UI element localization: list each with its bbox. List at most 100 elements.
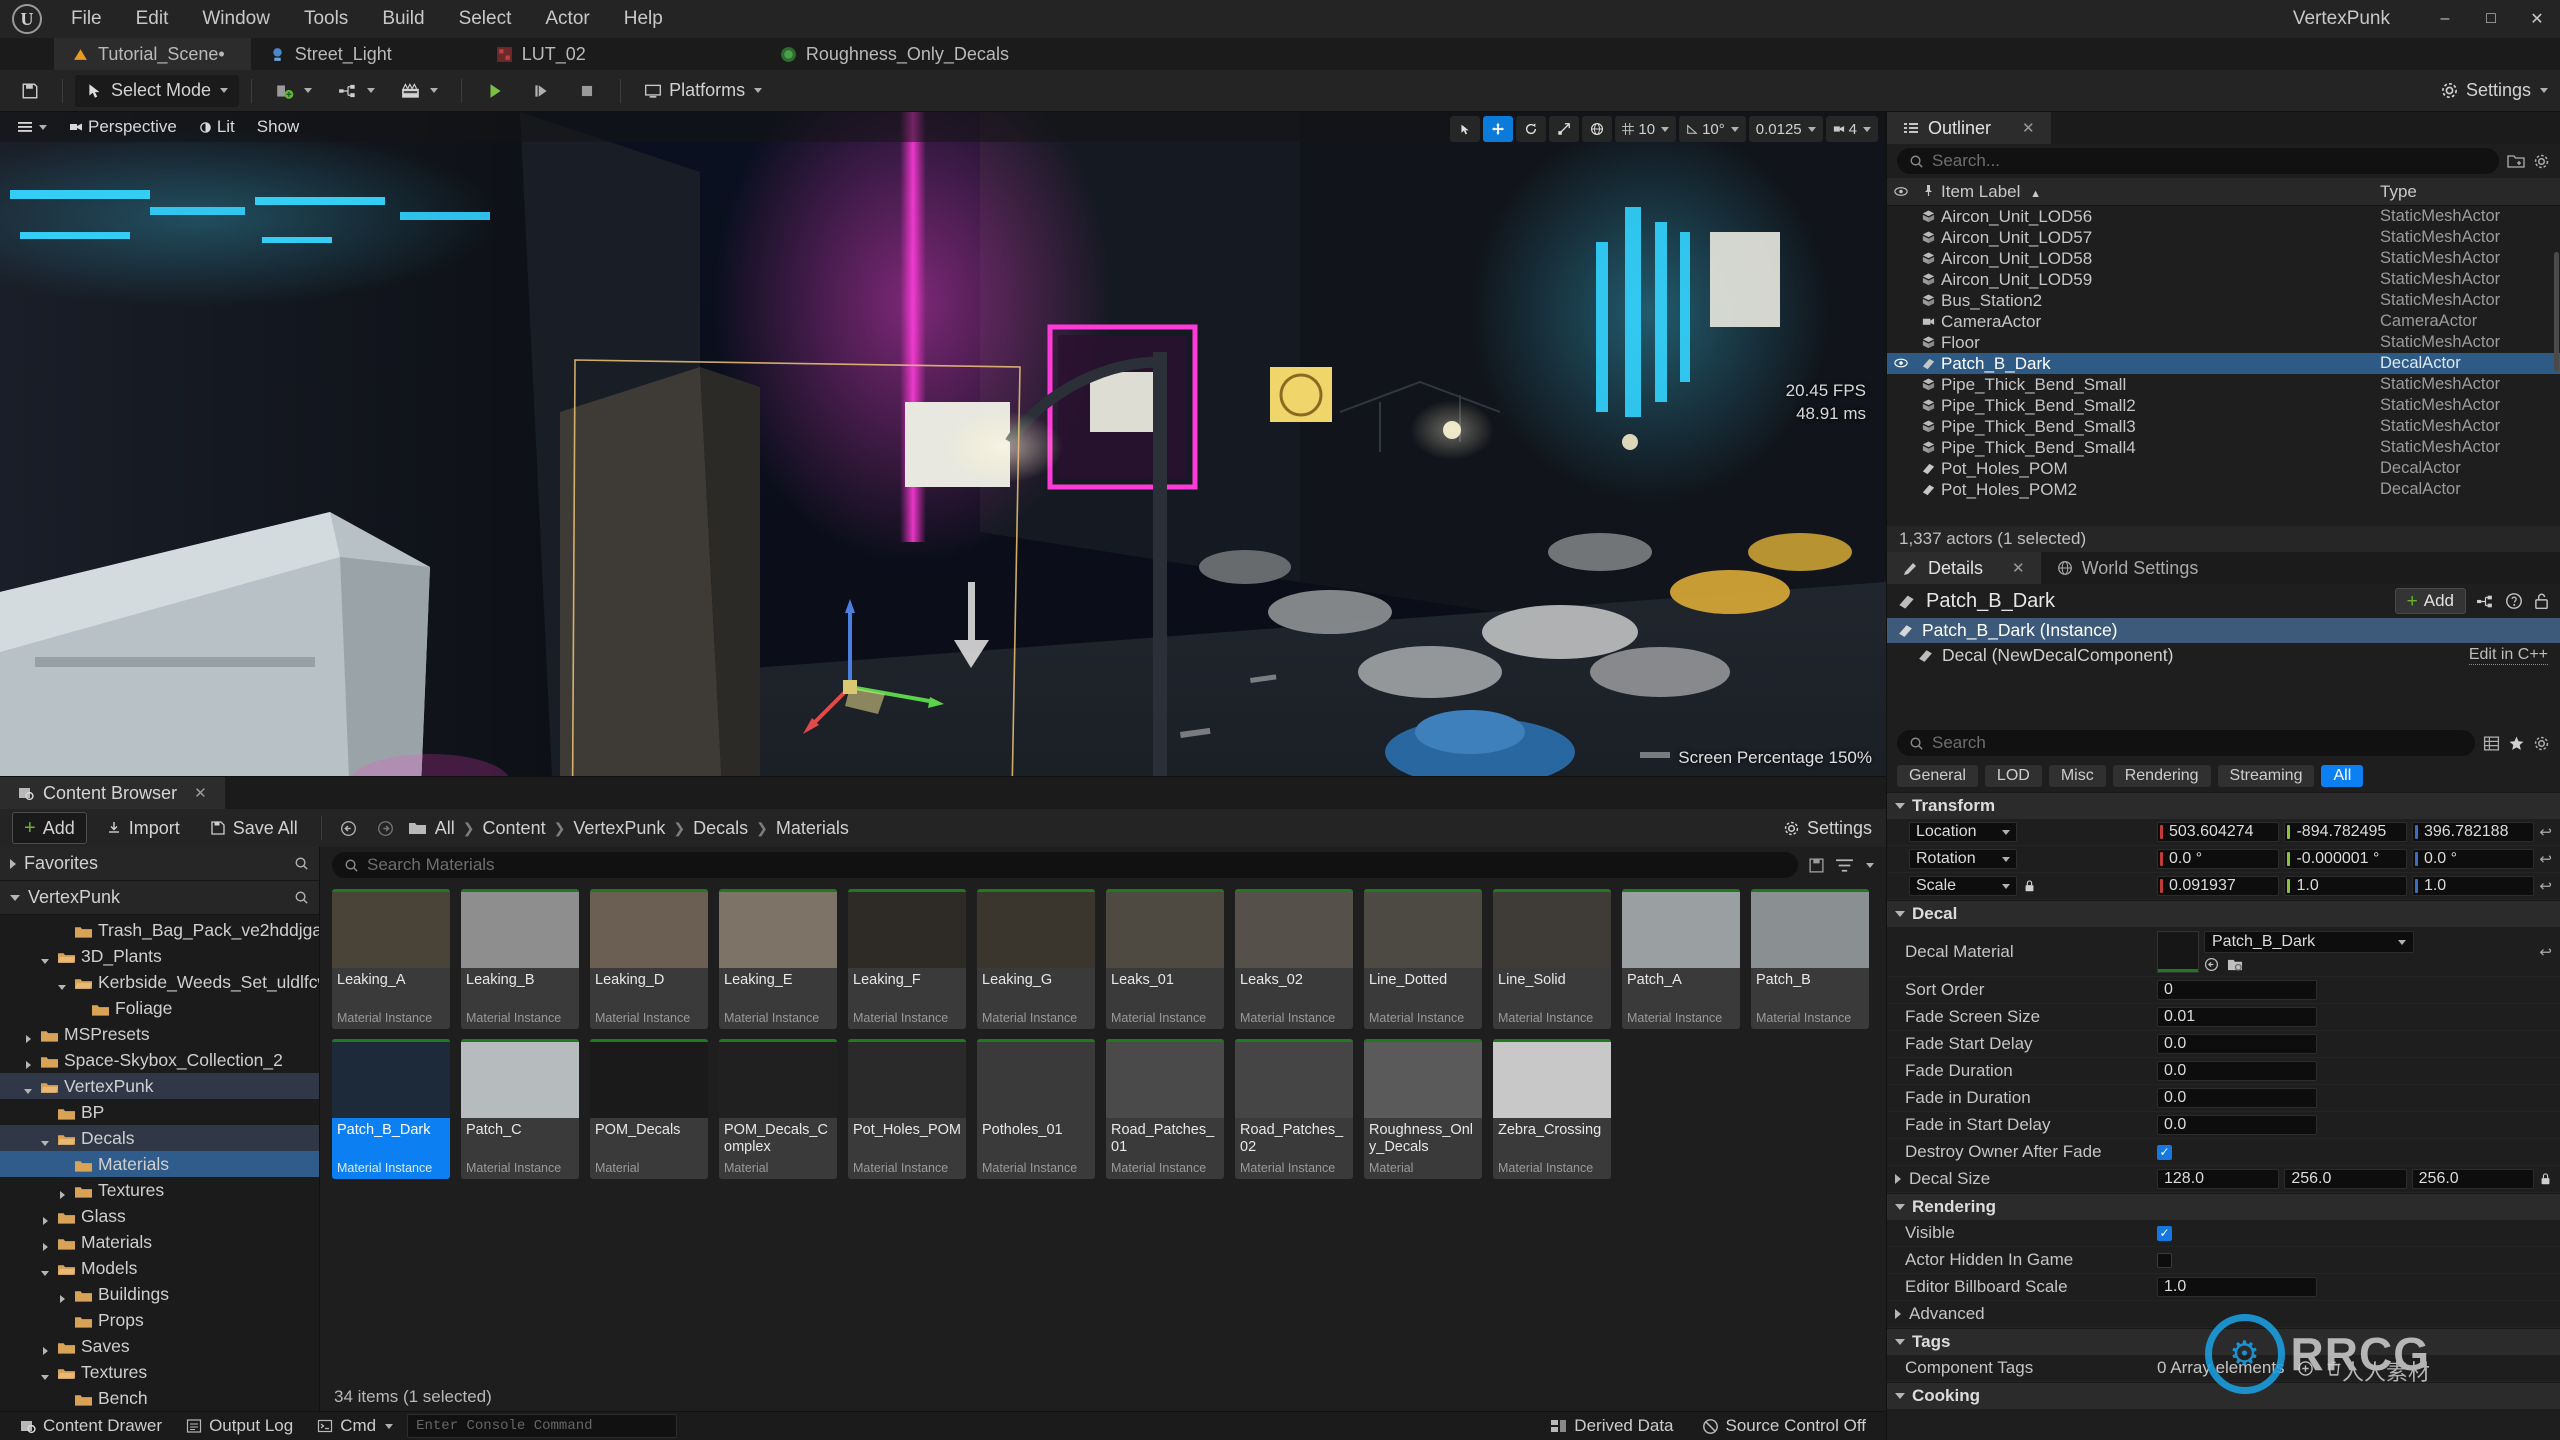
- output-log-button[interactable]: Output Log: [176, 1413, 303, 1439]
- find-in-content-browser-icon[interactable]: [2227, 957, 2243, 972]
- reset-decal-material-icon[interactable]: ↩: [2539, 943, 2552, 961]
- rotation-z-field[interactable]: 0.0 °: [2411, 849, 2535, 869]
- folder-tree-item[interactable]: Buildings: [0, 1281, 319, 1307]
- fade-in-duration-field[interactable]: 0.0: [2157, 1088, 2317, 1108]
- select-tool-icon[interactable]: [1450, 116, 1481, 142]
- derived-data-button[interactable]: Derived Data: [1540, 1413, 1683, 1439]
- menu-item-select[interactable]: Select: [442, 0, 529, 38]
- search-icon[interactable]: [294, 890, 309, 905]
- outliner-row[interactable]: Pot_Holes_POM DecalActor: [1887, 458, 2560, 479]
- rotation-dropdown[interactable]: Rotation: [1909, 849, 2017, 869]
- asset-tile[interactable]: Leaking_G Material Instance: [977, 889, 1095, 1029]
- tree-twisty-icon[interactable]: [57, 1288, 69, 1303]
- details-filter-rendering[interactable]: Rendering: [2112, 765, 2211, 787]
- tree-twisty-icon[interactable]: [40, 1366, 52, 1380]
- asset-tile[interactable]: Leaking_F Material Instance: [848, 889, 966, 1029]
- console-command-input[interactable]: Enter Console Command: [407, 1414, 678, 1438]
- decal-material-dropdown[interactable]: Patch_B_Dark: [2204, 931, 2414, 953]
- forward-button[interactable]: [371, 812, 400, 844]
- folder-tree-item[interactable]: Saves: [0, 1333, 319, 1359]
- blueprint-icon[interactable]: [2476, 593, 2495, 610]
- destroy-owner-checkbox[interactable]: ✓: [2157, 1144, 2172, 1160]
- tab-world-settings[interactable]: World Settings: [2041, 552, 2215, 584]
- breadcrumb-vertexpunk[interactable]: VertexPunk: [573, 818, 665, 839]
- close-icon[interactable]: ✕: [194, 784, 207, 802]
- group-rendering[interactable]: Rendering: [1887, 1193, 2560, 1220]
- scale-tool-icon[interactable]: [1549, 116, 1580, 142]
- asset-tile[interactable]: Patch_B Material Instance: [1751, 889, 1869, 1029]
- item-label-column[interactable]: Item Label ▲: [1941, 182, 2380, 202]
- grid-snap-value[interactable]: 10: [1615, 116, 1677, 142]
- asset-tile[interactable]: Patch_B_Dark Material Instance: [332, 1039, 450, 1179]
- decal-size-x-field[interactable]: 128.0: [2157, 1169, 2280, 1189]
- column-view-icon[interactable]: [2483, 735, 2500, 752]
- close-icon[interactable]: ✕: [2514, 0, 2560, 38]
- actor-hidden-checkbox[interactable]: [2157, 1252, 2172, 1268]
- close-icon[interactable]: ✕: [2012, 559, 2025, 577]
- folder-tree-item[interactable]: Space-Skybox_Collection_2: [0, 1047, 319, 1073]
- reset-location-icon[interactable]: ↩: [2539, 823, 2552, 841]
- cinematics-button[interactable]: [390, 75, 449, 107]
- content-browser-settings-button[interactable]: Settings: [1783, 818, 1872, 839]
- location-dropdown[interactable]: Location: [1909, 822, 2017, 842]
- fade-screen-size-field[interactable]: 0.01: [2157, 1007, 2317, 1027]
- folder-tree-item[interactable]: Trash_Bag_Pack_ve2hddjga: [0, 917, 319, 943]
- tree-twisty-icon[interactable]: [40, 1262, 52, 1276]
- details-filter-streaming[interactable]: Streaming: [2217, 765, 2315, 787]
- stop-button[interactable]: [566, 75, 608, 107]
- tab-content-browser[interactable]: Content Browser ✕: [0, 777, 225, 809]
- save-button[interactable]: [10, 75, 50, 107]
- outliner-row[interactable]: Pipe_Thick_Bend_Small3 StaticMeshActor: [1887, 416, 2560, 437]
- location-x-field[interactable]: 503.604274: [2157, 822, 2280, 842]
- scale-snap-value[interactable]: 0.0125: [1748, 116, 1823, 142]
- tab-tutorial-scene[interactable]: Tutorial_Scene•: [54, 38, 251, 70]
- asset-tile[interactable]: Pot_Holes_POM Material Instance: [848, 1039, 966, 1179]
- details-filter-all[interactable]: All: [2321, 765, 2364, 787]
- breadcrumb-all[interactable]: All: [435, 818, 455, 839]
- browse-to-asset-icon[interactable]: [2204, 957, 2219, 972]
- unreal-logo-icon[interactable]: U: [0, 0, 54, 38]
- billboard-scale-field[interactable]: 1.0: [2157, 1277, 2317, 1297]
- breadcrumb-materials[interactable]: Materials: [776, 818, 849, 839]
- menu-item-file[interactable]: File: [54, 0, 119, 38]
- viewport-perspective-button[interactable]: Perspective: [61, 116, 185, 138]
- settings-button[interactable]: Settings: [2440, 80, 2548, 101]
- details-filter-row[interactable]: General LOD Misc Rendering Streaming All: [1887, 760, 2560, 792]
- lock-icon[interactable]: [2023, 879, 2036, 893]
- folder-tree-item[interactable]: BP: [0, 1099, 319, 1125]
- viewport-show-button[interactable]: Show: [249, 116, 308, 138]
- outliner-search-input[interactable]: Search...: [1897, 148, 2499, 174]
- asset-tile[interactable]: Line_Dotted Material Instance: [1364, 889, 1482, 1029]
- asset-tile[interactable]: Patch_A Material Instance: [1622, 889, 1740, 1029]
- group-transform[interactable]: Transform: [1887, 792, 2560, 819]
- tree-twisty-icon[interactable]: [23, 1028, 35, 1043]
- reset-scale-icon[interactable]: ↩: [2539, 877, 2552, 895]
- outliner-scrollbar[interactable]: [2554, 252, 2559, 372]
- tree-twisty-icon[interactable]: [57, 1314, 69, 1326]
- cmd-button[interactable]: Cmd: [307, 1413, 403, 1439]
- outliner-row[interactable]: Aircon_Unit_LOD56 StaticMeshActor: [1887, 206, 2560, 227]
- details-filter-general[interactable]: General: [1897, 765, 1978, 787]
- outliner-row[interactable]: Patch_B_Dark DecalActor: [1887, 353, 2560, 374]
- viewport-options-button[interactable]: [10, 116, 55, 138]
- import-button[interactable]: Import: [95, 812, 191, 844]
- world-space-icon[interactable]: [1582, 116, 1613, 142]
- tree-twisty-icon[interactable]: [40, 1210, 52, 1225]
- details-filter-misc[interactable]: Misc: [2048, 765, 2106, 787]
- level-viewport[interactable]: Perspective Lit Show 10 10° 0.0125 4 20.…: [0, 112, 1886, 776]
- rotation-y-field[interactable]: -0.000001 °: [2284, 849, 2407, 869]
- asset-tile[interactable]: Leaking_E Material Instance: [719, 889, 837, 1029]
- camera-speed-value[interactable]: 4: [1825, 116, 1878, 142]
- component-row-decal[interactable]: Decal (NewDecalComponent) Edit in C++: [1887, 643, 2560, 668]
- outliner-row[interactable]: Pipe_Thick_Bend_Small StaticMeshActor: [1887, 374, 2560, 395]
- outliner-row[interactable]: Aircon_Unit_LOD57 StaticMeshActor: [1887, 227, 2560, 248]
- translate-tool-icon[interactable]: [1483, 116, 1514, 142]
- folder-tree-item[interactable]: Props: [0, 1307, 319, 1333]
- scale-z-field[interactable]: 1.0: [2411, 876, 2535, 896]
- asset-tile[interactable]: Leaking_A Material Instance: [332, 889, 450, 1029]
- asset-tile[interactable]: Zebra_Crossing Material Instance: [1493, 1039, 1611, 1179]
- group-decal[interactable]: Decal: [1887, 900, 2560, 927]
- asset-tile[interactable]: Leaks_01 Material Instance: [1106, 889, 1224, 1029]
- asset-tile[interactable]: Potholes_01 Material Instance: [977, 1039, 1095, 1179]
- folder-tree-item[interactable]: Kerbside_Weeds_Set_uldlfcwja: [0, 969, 319, 995]
